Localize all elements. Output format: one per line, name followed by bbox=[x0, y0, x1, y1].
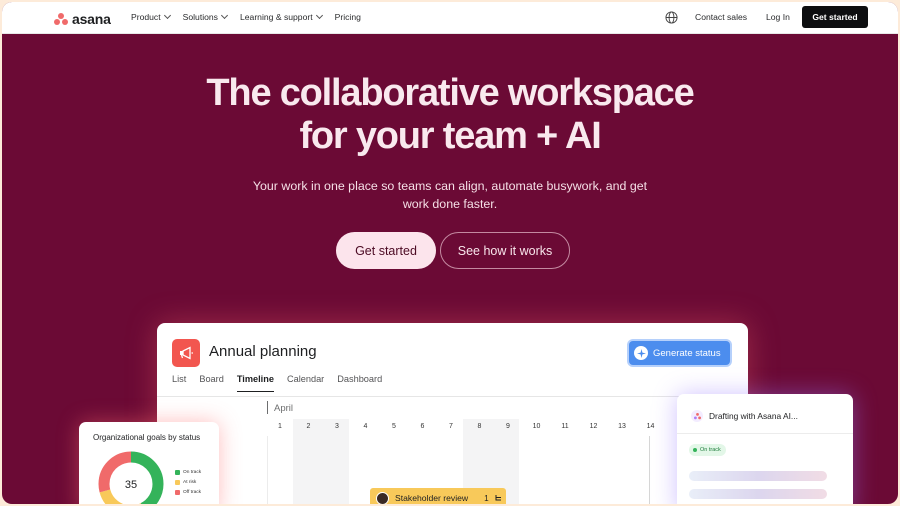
chevron-down-icon bbox=[315, 11, 323, 20]
goals-donut-chart: 35 bbox=[98, 451, 164, 504]
timeline-day: 5 bbox=[392, 423, 396, 430]
timeline-day: 10 bbox=[532, 423, 541, 430]
see-how-it-works-button[interactable]: See how it works bbox=[440, 232, 570, 269]
task-subtask-count: 1 bbox=[484, 493, 489, 503]
tab-board[interactable]: Board bbox=[199, 374, 224, 392]
nav-menu: Product Solutions Learning & support Pri… bbox=[131, 11, 374, 22]
legend-label: On track bbox=[183, 469, 202, 475]
status-dot bbox=[693, 448, 697, 452]
goals-title: Organizational goals by status bbox=[93, 433, 201, 442]
annual-planning-card: Annual planning Generate status List Boa… bbox=[157, 323, 748, 504]
ai-drafting-card: Drafting with Asana AI... On track bbox=[677, 394, 853, 504]
legend-label: At risk bbox=[183, 479, 197, 485]
goals-legend: On track At risk Off track bbox=[175, 467, 201, 497]
tab-dashboard[interactable]: Dashboard bbox=[337, 374, 382, 392]
page-frame: asana Product Solutions Learning & suppo… bbox=[2, 2, 898, 504]
timeline-day: 7 bbox=[449, 423, 453, 430]
legend-swatch bbox=[175, 489, 180, 495]
legend-item: Off track bbox=[175, 487, 201, 497]
hero-subtitle: Your work in one place so teams can alig… bbox=[250, 177, 650, 213]
view-tabs: List Board Timeline Calendar Dashboard bbox=[172, 374, 395, 392]
project-title: Annual planning bbox=[209, 343, 317, 360]
hero-subtitle-line2: work done faster. bbox=[402, 197, 498, 211]
task-label: Stakeholder review bbox=[395, 493, 469, 503]
skeleton-line bbox=[689, 489, 827, 499]
timeline-day: 4 bbox=[363, 423, 368, 430]
tabs-divider bbox=[157, 396, 748, 397]
month-marker bbox=[267, 401, 268, 414]
nav-item-learning-support[interactable]: Learning & support bbox=[239, 11, 323, 22]
nav-item-label: Product bbox=[131, 12, 161, 22]
legend-item: On track bbox=[175, 467, 201, 477]
legend-swatch bbox=[175, 469, 180, 475]
timeline-month: April bbox=[274, 403, 294, 414]
ai-card-divider bbox=[677, 433, 853, 434]
timeline-day: 1 bbox=[278, 423, 282, 430]
tab-timeline[interactable]: Timeline bbox=[236, 374, 274, 392]
tab-calendar[interactable]: Calendar bbox=[287, 374, 324, 392]
hero-title: The collaborative workspace for your tea… bbox=[2, 72, 898, 158]
asana-ai-icon bbox=[691, 410, 703, 422]
generate-status-label: Generate status bbox=[653, 347, 721, 359]
contact-sales-link[interactable]: Contact sales bbox=[695, 12, 747, 22]
goals-card: Organizational goals by status 35 On tra… bbox=[79, 422, 219, 504]
legend-item: At risk bbox=[175, 477, 201, 487]
legend-swatch bbox=[175, 479, 180, 485]
chevron-down-icon bbox=[220, 11, 229, 20]
hero-title-line1: The collaborative workspace bbox=[206, 72, 694, 114]
sparkle-icon bbox=[634, 346, 648, 360]
ai-card-header: Drafting with Asana AI... bbox=[691, 410, 798, 422]
timeline-day: 8 bbox=[477, 423, 482, 430]
globe-icon[interactable] bbox=[665, 11, 678, 24]
subtask-icon bbox=[495, 495, 501, 501]
ai-card-title: Drafting with Asana AI... bbox=[709, 411, 798, 421]
nav-item-label: Learning & support bbox=[239, 12, 313, 22]
nav-item-pricing[interactable]: Pricing bbox=[335, 12, 361, 22]
avatar bbox=[376, 491, 389, 504]
status-badge: On track bbox=[689, 444, 726, 456]
nav-item-label: Solutions bbox=[182, 12, 218, 22]
nav-get-started-button[interactable]: Get started bbox=[802, 6, 868, 28]
generate-status-button[interactable]: Generate status bbox=[629, 341, 730, 365]
nav-item-label: Pricing bbox=[334, 12, 361, 22]
asana-logo-icon bbox=[54, 13, 68, 25]
chevron-down-icon bbox=[163, 11, 171, 20]
goals-total: 35 bbox=[125, 479, 137, 491]
top-nav: asana Product Solutions Learning & suppo… bbox=[2, 2, 898, 34]
tab-list[interactable]: List bbox=[172, 374, 186, 392]
timeline-day: 11 bbox=[561, 423, 569, 430]
timeline-day: 3 bbox=[335, 423, 339, 430]
hero-get-started-button[interactable]: Get started bbox=[336, 232, 436, 269]
task-bar-stakeholder-review[interactable]: Stakeholder review 1 bbox=[370, 488, 506, 504]
status-badge-label: On track bbox=[700, 447, 721, 453]
timeline-gridline bbox=[267, 436, 268, 504]
timeline-day: 13 bbox=[618, 423, 626, 430]
login-link[interactable]: Log In bbox=[766, 12, 790, 22]
timeline-gridline bbox=[649, 436, 650, 504]
hero-title-line2: for your team + AI bbox=[299, 115, 601, 157]
timeline-day: 9 bbox=[506, 423, 510, 430]
asana-logo[interactable]: asana bbox=[54, 11, 111, 27]
logo-text: asana bbox=[72, 11, 111, 27]
timeline-day: 6 bbox=[420, 423, 425, 430]
skeleton-line bbox=[689, 471, 827, 481]
timeline-day: 14 bbox=[646, 423, 655, 430]
timeline-day: 2 bbox=[306, 423, 311, 430]
nav-item-product[interactable]: Product bbox=[131, 11, 171, 22]
hero-subtitle-line1: Your work in one place so teams can alig… bbox=[252, 179, 648, 193]
nav-item-solutions[interactable]: Solutions bbox=[182, 11, 229, 22]
legend-label: Off track bbox=[183, 489, 202, 495]
megaphone-icon bbox=[172, 339, 200, 367]
timeline-day: 12 bbox=[589, 423, 598, 430]
